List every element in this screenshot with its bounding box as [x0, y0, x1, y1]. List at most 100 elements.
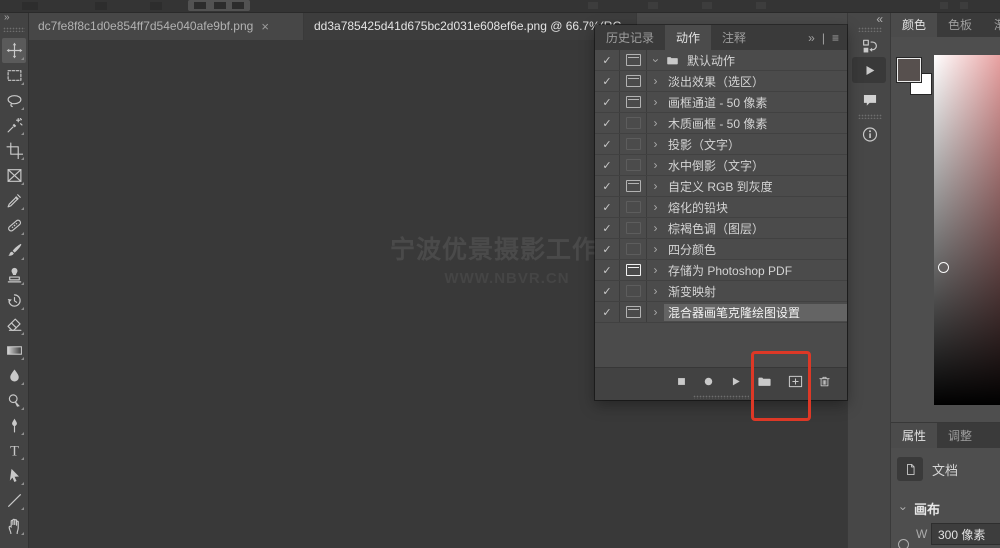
tool-healing-brush-icon[interactable]: [2, 213, 26, 238]
action-row[interactable]: ✓›四分颜色: [595, 239, 847, 260]
action-checkmark-icon[interactable]: ✓: [595, 113, 620, 133]
action-checkmark-icon[interactable]: ✓: [595, 281, 620, 301]
dialog-toggle-icon[interactable]: [620, 71, 647, 91]
dialog-toggle-icon[interactable]: [620, 281, 647, 301]
chevron-right-icon[interactable]: ›: [647, 197, 664, 217]
actions-tab-1[interactable]: 历史记录: [595, 25, 665, 50]
action-checkmark-icon[interactable]: ✓: [595, 71, 620, 91]
stop-button[interactable]: [675, 375, 688, 388]
tool-type-icon[interactable]: T: [2, 438, 26, 463]
tool-frame-icon[interactable]: [2, 163, 26, 188]
dialog-toggle-icon[interactable]: [620, 176, 647, 196]
action-row[interactable]: ✓›混合器画笔克隆绘图设置: [595, 302, 847, 323]
chevron-right-icon[interactable]: ›: [647, 113, 664, 133]
action-row[interactable]: ✓›渐变映射: [595, 281, 847, 302]
dialog-toggle-icon[interactable]: [620, 134, 647, 154]
action-row[interactable]: ✓›投影（文字）: [595, 134, 847, 155]
action-checkmark-icon[interactable]: ✓: [595, 197, 620, 217]
dialog-toggle-icon[interactable]: [620, 197, 647, 217]
action-checkmark-icon[interactable]: ✓: [595, 218, 620, 238]
color-picker-marker[interactable]: [938, 262, 949, 273]
chevron-right-icon[interactable]: ›: [647, 92, 664, 112]
chevron-right-icon[interactable]: ›: [647, 239, 664, 259]
action-checkmark-icon[interactable]: ✓: [595, 92, 620, 112]
link-dimensions-icon[interactable]: [898, 539, 909, 548]
dialog-toggle-icon[interactable]: [620, 218, 647, 238]
tool-pen-icon[interactable]: [2, 413, 26, 438]
tool-eraser-icon[interactable]: [2, 313, 26, 338]
canvas-width-input[interactable]: [931, 523, 1000, 545]
actions-tab-3[interactable]: 注释: [711, 25, 757, 50]
tool-blur-icon[interactable]: [2, 363, 26, 388]
action-row[interactable]: ✓›棕褐色调（图层）: [595, 218, 847, 239]
action-row[interactable]: ✓›熔化的铅块: [595, 197, 847, 218]
collapse-panels-icon[interactable]: «: [876, 12, 882, 26]
action-checkmark-icon[interactable]: ✓: [595, 176, 620, 196]
chevron-down-icon[interactable]: ›: [647, 52, 664, 69]
chevron-right-icon[interactable]: ›: [647, 218, 664, 238]
foreground-color-swatch[interactable]: [897, 58, 921, 82]
action-row[interactable]: ✓›存储为 Photoshop PDF: [595, 260, 847, 281]
color-tab-2[interactable]: 色板: [937, 12, 983, 37]
properties-tab-2[interactable]: 调整: [937, 423, 983, 448]
dialog-toggle-icon[interactable]: [620, 302, 647, 322]
tool-hand-icon[interactable]: [2, 513, 26, 538]
properties-tab-1[interactable]: 属性: [891, 423, 937, 448]
document-tab-inactive[interactable]: dc7fe8f8c1d0e854ff7d54e040afe9bf.png ×: [28, 12, 304, 40]
tool-eyedropper-icon[interactable]: [2, 188, 26, 213]
color-tab-3[interactable]: 渐变: [983, 12, 1000, 37]
panel-overflow-icon[interactable]: »: [808, 31, 815, 45]
chevron-right-icon[interactable]: ›: [647, 302, 664, 322]
notes-panel-icon[interactable]: [861, 92, 878, 109]
action-checkmark-icon[interactable]: ✓: [595, 134, 620, 154]
dock-drag-handle[interactable]: [858, 27, 882, 32]
dialog-toggle-icon[interactable]: [620, 155, 647, 175]
chevron-right-icon[interactable]: ›: [647, 71, 664, 91]
dialog-toggle-icon[interactable]: [620, 92, 647, 112]
panel-drag-handle[interactable]: [693, 395, 749, 399]
delete-button[interactable]: [818, 375, 831, 388]
tool-magic-wand-icon[interactable]: [2, 113, 26, 138]
tool-dodge-icon[interactable]: [2, 388, 26, 413]
tool-move-icon[interactable]: [2, 38, 26, 63]
action-row[interactable]: ✓›水中倒影（文字）: [595, 155, 847, 176]
toolbar-expand-icon[interactable]: »: [4, 12, 9, 23]
tool-history-brush-icon[interactable]: [2, 288, 26, 313]
tool-lasso-icon[interactable]: [2, 88, 26, 113]
record-button[interactable]: [702, 375, 715, 388]
actions-panel-icon[interactable]: [852, 57, 886, 83]
play-button[interactable]: [729, 375, 742, 388]
action-row[interactable]: ✓›画框通道 - 50 像素: [595, 92, 847, 113]
dialog-toggle-icon[interactable]: [620, 239, 647, 259]
tool-rectangular-marquee-icon[interactable]: [2, 63, 26, 88]
action-set-row[interactable]: ✓›默认动作: [595, 50, 847, 71]
action-row[interactable]: ✓›木质画框 - 50 像素: [595, 113, 847, 134]
actions-tab-2[interactable]: 动作: [665, 25, 711, 50]
document-tab-active[interactable]: dd3a785425d41d675bc2d031e608ef6e.png @ 6…: [304, 12, 637, 40]
action-checkmark-icon[interactable]: ✓: [595, 260, 620, 280]
action-row[interactable]: ✓›自定义 RGB 到灰度: [595, 176, 847, 197]
canvas-section-header[interactable]: › 画布: [898, 499, 940, 518]
tool-crop-icon[interactable]: [2, 138, 26, 163]
chevron-right-icon[interactable]: ›: [647, 176, 664, 196]
document-properties-row[interactable]: 文档: [897, 457, 958, 481]
tool-line-icon[interactable]: [2, 488, 26, 513]
dialog-toggle-icon[interactable]: [620, 260, 647, 280]
tool-path-selection-icon[interactable]: [2, 463, 26, 488]
action-checkmark-icon[interactable]: ✓: [595, 239, 620, 259]
info-panel-icon[interactable]: [861, 126, 878, 143]
action-row[interactable]: ✓›淡出效果（选区）: [595, 71, 847, 92]
tool-clone-stamp-icon[interactable]: [2, 263, 26, 288]
dock-drag-handle[interactable]: [858, 114, 882, 119]
chevron-right-icon[interactable]: ›: [647, 155, 664, 175]
tool-gradient-icon[interactable]: [2, 338, 26, 363]
chevron-right-icon[interactable]: ›: [647, 134, 664, 154]
toolbar-drag-handle[interactable]: [3, 27, 25, 32]
dialog-toggle-icon[interactable]: [620, 50, 647, 70]
action-checkmark-icon[interactable]: ✓: [595, 302, 620, 322]
color-tab-1[interactable]: 颜色: [891, 12, 937, 37]
close-tab-icon[interactable]: ×: [261, 19, 269, 34]
dialog-toggle-icon[interactable]: [620, 113, 647, 133]
chevron-right-icon[interactable]: ›: [647, 281, 664, 301]
tool-brush-icon[interactable]: [2, 238, 26, 263]
